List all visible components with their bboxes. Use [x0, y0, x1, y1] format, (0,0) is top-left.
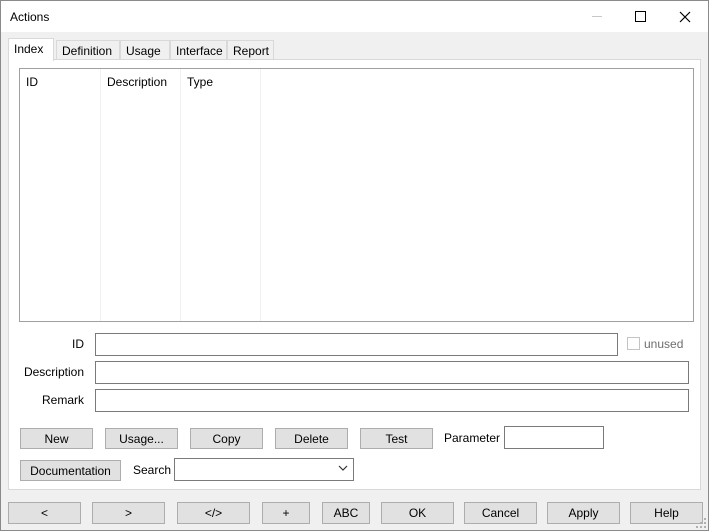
tab-label: Definition — [62, 44, 113, 58]
window-title: Actions — [10, 10, 50, 24]
column-header-description: Description — [107, 75, 168, 89]
close-icon — [679, 11, 691, 22]
column-id[interactable]: ID — [20, 69, 101, 321]
tab-report[interactable]: Report — [227, 40, 274, 60]
close-button[interactable] — [662, 1, 708, 32]
tab-usage[interactable]: Usage — [120, 40, 170, 60]
unused-checkbox[interactable] — [627, 337, 640, 350]
test-button[interactable]: Test — [360, 428, 433, 449]
actions-window: Actions Index Definition Usage Interface… — [0, 0, 709, 531]
tab-label: Interface — [176, 44, 223, 58]
minimize-button[interactable] — [574, 1, 620, 32]
previous-button[interactable]: < — [8, 502, 81, 524]
title-bar: Actions — [1, 1, 708, 32]
tab-label: Index — [14, 42, 44, 56]
tab-label: Usage — [126, 44, 161, 58]
usage-button[interactable]: Usage... — [105, 428, 178, 449]
maximize-icon — [634, 11, 646, 22]
search-label: Search — [133, 463, 172, 477]
id-field[interactable] — [95, 333, 618, 356]
tab-interface[interactable]: Interface — [170, 40, 227, 60]
search-dropdown[interactable] — [174, 458, 354, 481]
chevron-down-icon — [338, 465, 348, 471]
tab-definition[interactable]: Definition — [56, 40, 120, 60]
column-header-id: ID — [26, 75, 38, 89]
remark-label: Remark — [41, 393, 84, 407]
maximize-button[interactable] — [617, 1, 663, 32]
tab-index[interactable]: Index — [8, 38, 54, 61]
abc-button[interactable]: ABC — [322, 502, 370, 524]
copy-button[interactable]: Copy — [190, 428, 263, 449]
next-button[interactable]: > — [92, 502, 165, 524]
actions-list[interactable]: ID Description Type — [19, 68, 694, 322]
description-label: Description — [23, 365, 84, 379]
column-header-type: Type — [187, 75, 214, 89]
id-label: ID — [72, 337, 84, 351]
column-type[interactable]: Type — [181, 69, 261, 321]
minimize-icon — [592, 16, 602, 17]
documentation-button[interactable]: Documentation — [20, 460, 121, 481]
parameter-label: Parameter — [444, 431, 501, 445]
delete-button[interactable]: Delete — [275, 428, 348, 449]
unused-label: unused — [644, 337, 684, 351]
apply-button[interactable]: Apply — [547, 502, 620, 524]
column-description[interactable]: Description — [101, 69, 181, 321]
parameter-field[interactable] — [504, 426, 604, 449]
description-field[interactable] — [95, 361, 689, 384]
remark-field[interactable] — [95, 389, 689, 412]
code-button[interactable]: </> — [177, 502, 250, 524]
new-button[interactable]: New — [20, 428, 93, 449]
add-button[interactable]: + — [262, 502, 310, 524]
cancel-button[interactable]: Cancel — [464, 502, 537, 524]
ok-button[interactable]: OK — [381, 502, 454, 524]
index-tab-page: ID Description Type ID unused Descriptio… — [8, 59, 701, 490]
resize-grip-icon[interactable] — [696, 518, 706, 528]
tab-label: Report — [233, 44, 270, 58]
help-button[interactable]: Help — [630, 502, 703, 524]
